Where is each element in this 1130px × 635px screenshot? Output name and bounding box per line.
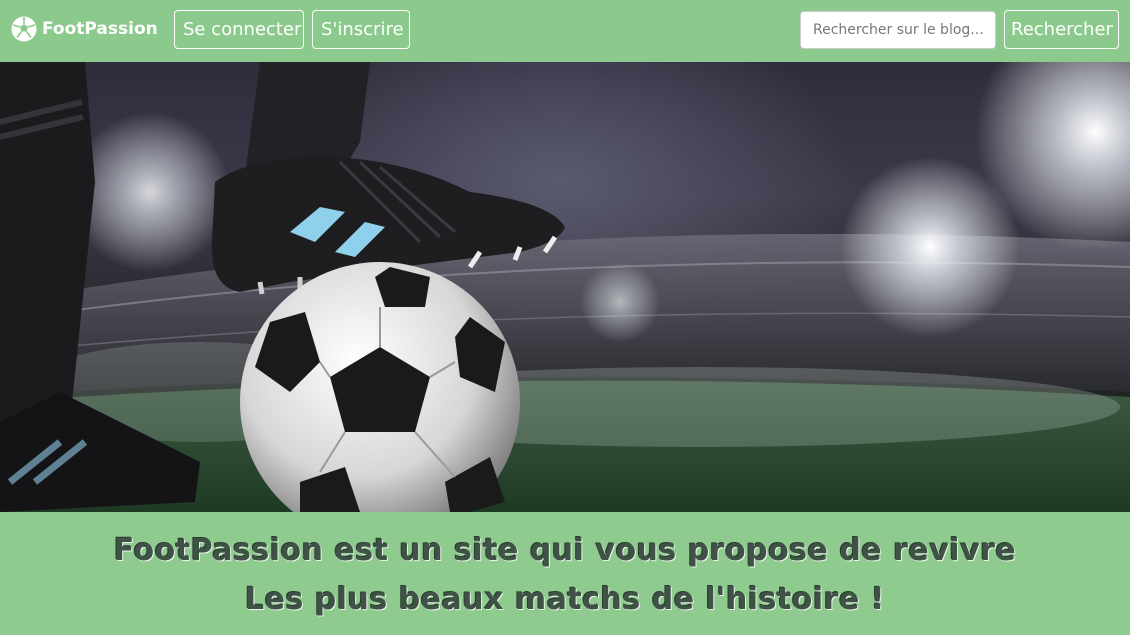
soccer-ball-icon — [11, 16, 37, 42]
tagline-line-1: FootPassion est un site qui vous propose… — [113, 533, 1017, 568]
tagline-section: FootPassion est un site qui vous propose… — [0, 512, 1130, 635]
tagline-line-2: Les plus beaux matchs de l'histoire ! — [245, 582, 885, 617]
search-button[interactable]: Rechercher — [1004, 10, 1119, 49]
brand-link[interactable]: FootPassion — [10, 14, 158, 44]
hero-image — [0, 62, 1130, 512]
brand-name: FootPassion — [42, 19, 158, 39]
navbar: FootPassion Se connecter S'inscrire Rech… — [0, 0, 1130, 62]
hero-illustration — [0, 62, 1130, 512]
register-button[interactable]: S'inscrire — [312, 10, 410, 49]
search-input[interactable] — [800, 11, 996, 49]
login-button[interactable]: Se connecter — [174, 10, 304, 49]
